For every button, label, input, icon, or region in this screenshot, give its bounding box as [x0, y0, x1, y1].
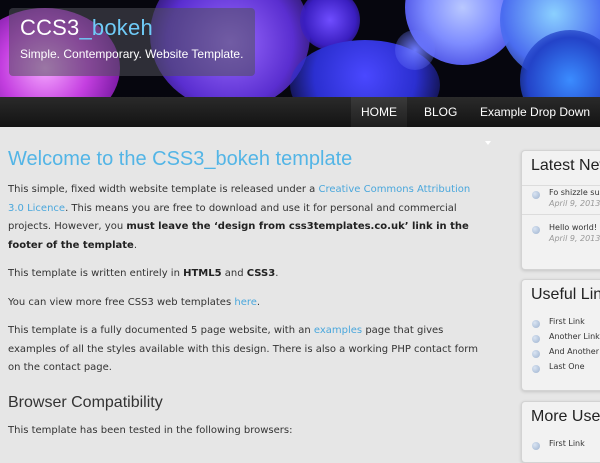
- divider: [522, 214, 600, 215]
- news-item-link[interactable]: Hello world!: [549, 223, 597, 232]
- text: This template is a fully documented 5 pa…: [8, 325, 314, 336]
- nav-blog[interactable]: BLOG: [424, 97, 457, 127]
- divider: [522, 185, 600, 186]
- main-nav: HOME BLOG Example Drop Down: [0, 97, 600, 145]
- documentation-paragraph: This template is a fully documented 5 pa…: [8, 322, 478, 378]
- caret-down-icon: [485, 140, 491, 145]
- browsers-paragraph: This template has been tested in the fol…: [8, 424, 293, 436]
- bullet-icon: [532, 335, 540, 343]
- news-item-date: April 9, 2013: [549, 234, 600, 243]
- useful-link-first[interactable]: First Link: [549, 317, 585, 326]
- site-title-main[interactable]: CCS3: [20, 15, 80, 40]
- useful-links-panel: Useful Link First Link Another Link And …: [521, 279, 600, 391]
- bullet-icon: [532, 226, 540, 234]
- examples-link[interactable]: examples: [314, 325, 362, 336]
- nav-dropdown-label[interactable]: Example Drop Down: [480, 105, 590, 119]
- more-useful-links-title: More Usefu: [531, 408, 600, 425]
- news-item-date: April 9, 2013: [549, 199, 600, 208]
- nav-home[interactable]: HOME: [351, 97, 407, 127]
- text: .: [133, 239, 137, 251]
- site-title[interactable]: CCS3_bokeh: [20, 15, 153, 41]
- useful-link-another[interactable]: Another Link: [549, 332, 600, 341]
- text: This simple, fixed width website templat…: [8, 184, 319, 195]
- text: You can view more free CSS3 web template…: [8, 296, 235, 308]
- tech-paragraph: This template is written entirely in HTM…: [8, 265, 478, 284]
- text: This template is written entirely in: [8, 268, 184, 279]
- page-title: Welcome to the CSS3_bokeh template: [8, 148, 353, 170]
- main-content: Welcome to the CSS3_bokeh template This …: [8, 148, 478, 440]
- html5-label: HTML5: [183, 268, 222, 279]
- intro-paragraph: This simple, fixed width website templat…: [8, 181, 478, 255]
- text: and: [221, 268, 247, 279]
- bullet-icon: [532, 191, 540, 199]
- bullet-icon: [532, 350, 540, 358]
- latest-news-panel: Latest New Fo shizzle sus April 9, 2013 …: [521, 150, 600, 270]
- bullet-icon: [532, 442, 540, 450]
- text: .: [256, 296, 261, 308]
- useful-link-last[interactable]: Last One: [549, 362, 585, 371]
- nav-example-dropdown[interactable]: Example Drop Down: [480, 97, 600, 145]
- useful-link-and-another[interactable]: And Another: [549, 347, 599, 356]
- useful-links-title: Useful Link: [531, 286, 600, 303]
- more-templates-paragraph: You can view more free CSS3 web template…: [8, 294, 478, 313]
- bullet-icon: [532, 320, 540, 328]
- news-item-link[interactable]: Fo shizzle sus: [549, 188, 600, 197]
- latest-news-title: Latest New: [531, 157, 600, 174]
- css3-label: CSS3: [246, 268, 276, 279]
- site-slogan: Simple. Contemporary. Website Template.: [20, 47, 244, 61]
- more-useful-link-first[interactable]: First Link: [549, 439, 585, 448]
- bullet-icon: [532, 365, 540, 373]
- header-banner: CCS3_bokeh Simple. Contemporary. Website…: [0, 0, 600, 97]
- text: .: [275, 268, 279, 279]
- section-title: Browser Compatibility: [8, 393, 163, 411]
- site-title-accent[interactable]: _bokeh: [80, 15, 153, 40]
- here-link[interactable]: here: [234, 297, 257, 308]
- bokeh-light: [395, 30, 435, 70]
- more-useful-links-panel: More Usefu First Link: [521, 401, 600, 463]
